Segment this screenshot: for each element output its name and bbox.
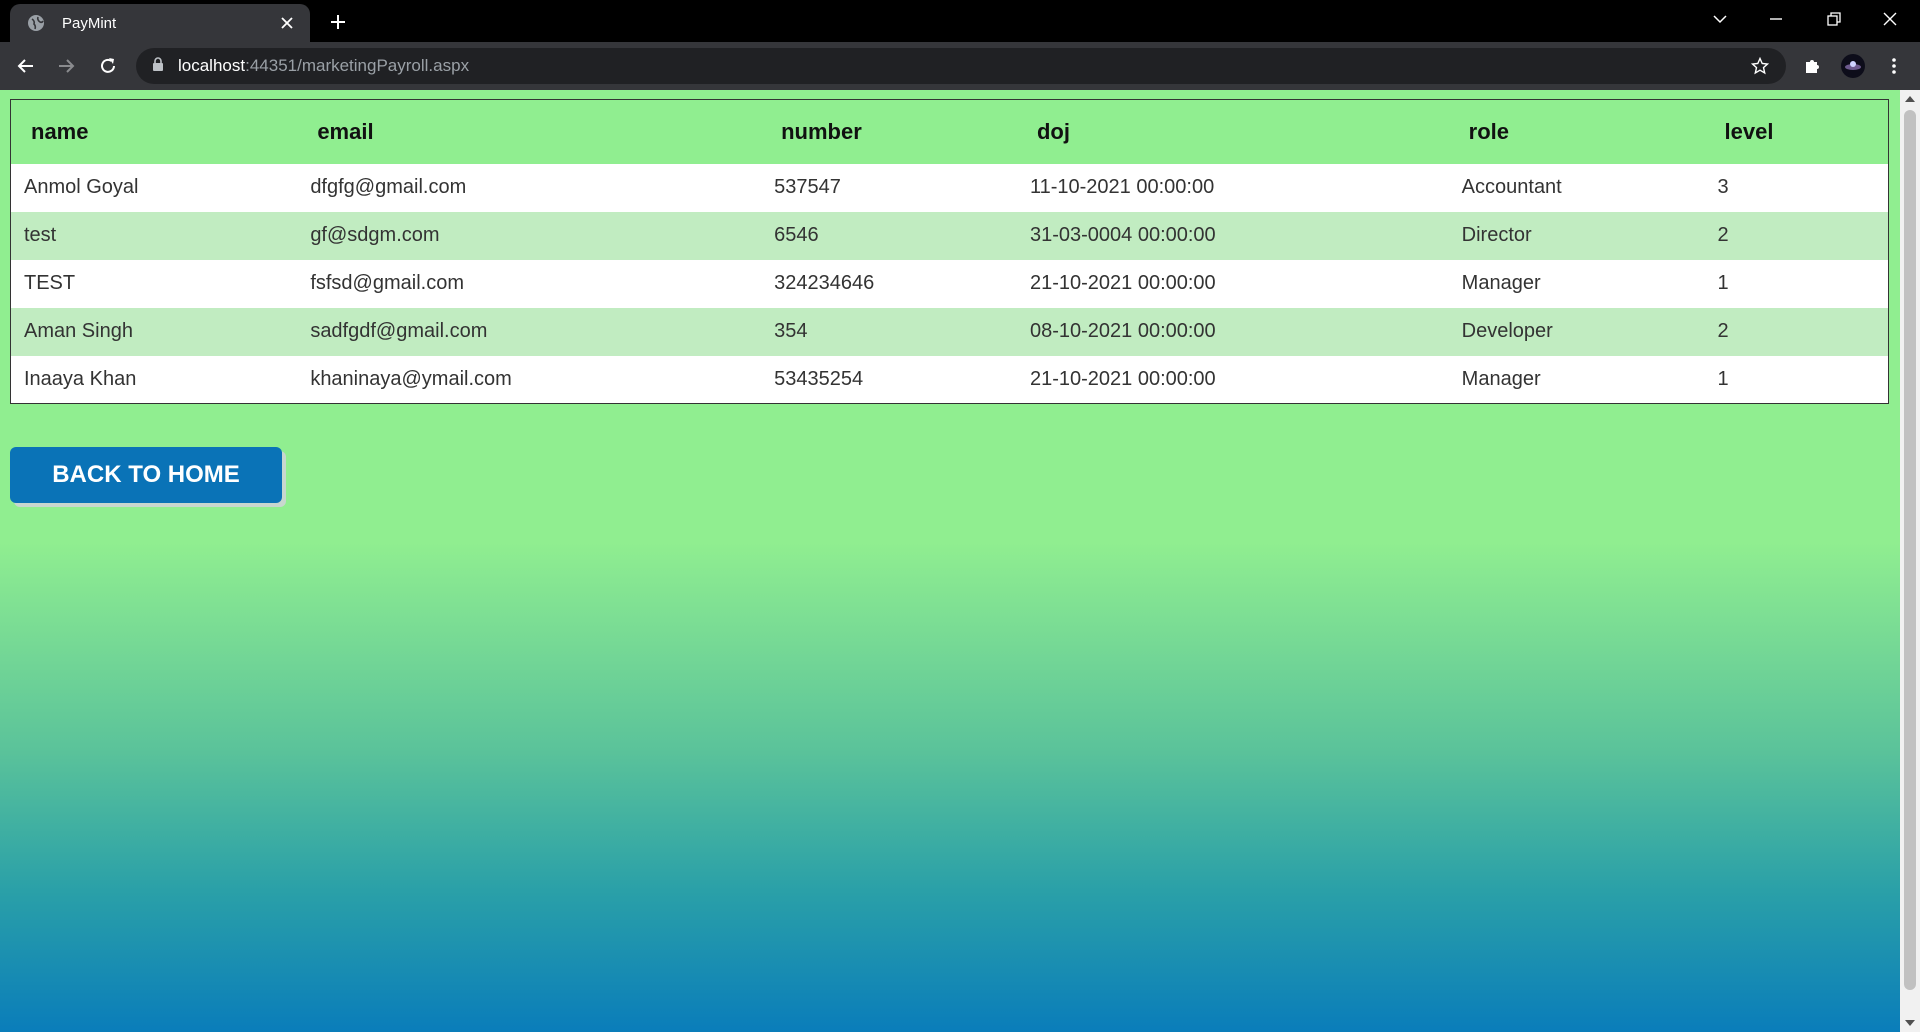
payroll-table: name email number doj role level Anmol G… xyxy=(10,99,1889,404)
cell-name: Aman Singh xyxy=(10,307,298,356)
column-header-name[interactable]: name xyxy=(10,99,298,164)
cell-number: 537547 xyxy=(761,163,1017,212)
browser-tabstrip: PayMint xyxy=(0,0,1920,42)
table-row: Aman Singh sadfgdf@gmail.com 354 08-10-2… xyxy=(10,307,1889,356)
address-bar[interactable]: localhost:44351/marketingPayroll.aspx xyxy=(136,48,1786,84)
cell-doj: 11-10-2021 00:00:00 xyxy=(1016,163,1449,212)
table-row: Inaaya Khan khaninaya@ymail.com 53435254… xyxy=(10,355,1889,404)
cell-name: test xyxy=(10,211,298,260)
browser-tab[interactable]: PayMint xyxy=(10,4,310,42)
reload-icon[interactable] xyxy=(92,50,124,82)
restore-icon[interactable] xyxy=(1806,0,1862,38)
table-header-row: name email number doj role level xyxy=(10,99,1889,164)
cell-email: dfgfg@gmail.com xyxy=(297,163,762,212)
cell-level: 1 xyxy=(1704,355,1889,404)
column-header-doj[interactable]: doj xyxy=(1016,99,1449,164)
cell-doj: 08-10-2021 00:00:00 xyxy=(1016,307,1449,356)
back-to-home-button[interactable]: BACK TO HOME xyxy=(10,447,282,503)
cell-number: 6546 xyxy=(761,211,1017,260)
cell-email: khaninaya@ymail.com xyxy=(297,355,762,404)
table-row: Anmol Goyal dfgfg@gmail.com 537547 11-10… xyxy=(10,163,1889,212)
cell-role: Accountant xyxy=(1448,163,1705,212)
column-header-email[interactable]: email xyxy=(297,99,762,164)
column-header-level[interactable]: level xyxy=(1704,99,1889,164)
column-header-number[interactable]: number xyxy=(761,99,1017,164)
url-host: localhost xyxy=(178,56,246,75)
table-row: TEST fsfsd@gmail.com 324234646 21-10-202… xyxy=(10,259,1889,308)
more-menu-icon[interactable] xyxy=(1878,50,1910,82)
cell-name: TEST xyxy=(10,259,298,308)
cell-level: 2 xyxy=(1704,307,1889,356)
vertical-scrollbar[interactable] xyxy=(1900,90,1920,1032)
back-arrow-icon[interactable] xyxy=(10,50,42,82)
bookmark-star-icon[interactable] xyxy=(1748,54,1772,78)
url-path: :44351/marketingPayroll.aspx xyxy=(245,56,470,75)
cell-role: Manager xyxy=(1448,259,1705,308)
close-tab-icon[interactable] xyxy=(276,12,298,34)
extensions-puzzle-icon[interactable] xyxy=(1796,50,1828,82)
cell-name: Anmol Goyal xyxy=(10,163,298,212)
close-window-icon[interactable] xyxy=(1862,0,1918,38)
cell-number: 354 xyxy=(761,307,1017,356)
profile-avatar[interactable] xyxy=(1837,50,1869,82)
tab-search-icon[interactable] xyxy=(1692,0,1748,38)
new-tab-button[interactable] xyxy=(324,8,352,36)
cell-role: Developer xyxy=(1448,307,1705,356)
scroll-up-arrow-icon[interactable] xyxy=(1905,96,1915,102)
cell-level: 3 xyxy=(1704,163,1889,212)
cell-doj: 21-10-2021 00:00:00 xyxy=(1016,259,1449,308)
tab-title: PayMint xyxy=(62,14,117,32)
cell-level: 1 xyxy=(1704,259,1889,308)
globe-icon xyxy=(26,13,46,33)
forward-arrow-icon[interactable] xyxy=(50,50,82,82)
cell-role: Director xyxy=(1448,211,1705,260)
cell-email: fsfsd@gmail.com xyxy=(297,259,762,308)
cell-number: 53435254 xyxy=(761,355,1017,404)
page-viewport: name email number doj role level Anmol G… xyxy=(0,90,1920,1032)
scroll-down-arrow-icon[interactable] xyxy=(1905,1020,1915,1026)
cell-role: Manager xyxy=(1448,355,1705,404)
cell-email: gf@sdgm.com xyxy=(297,211,762,260)
scrollbar-thumb[interactable] xyxy=(1904,110,1916,990)
cell-doj: 31-03-0004 00:00:00 xyxy=(1016,211,1449,260)
browser-toolbar: localhost:44351/marketingPayroll.aspx xyxy=(0,42,1920,90)
cell-level: 2 xyxy=(1704,211,1889,260)
table-row: test gf@sdgm.com 6546 31-03-0004 00:00:0… xyxy=(10,211,1889,260)
lock-icon xyxy=(152,56,164,76)
cell-email: sadfgdf@gmail.com xyxy=(297,307,762,356)
cell-doj: 21-10-2021 00:00:00 xyxy=(1016,355,1449,404)
cell-number: 324234646 xyxy=(761,259,1017,308)
cell-name: Inaaya Khan xyxy=(10,355,298,404)
minimize-icon[interactable] xyxy=(1748,0,1804,38)
column-header-role[interactable]: role xyxy=(1448,99,1705,164)
